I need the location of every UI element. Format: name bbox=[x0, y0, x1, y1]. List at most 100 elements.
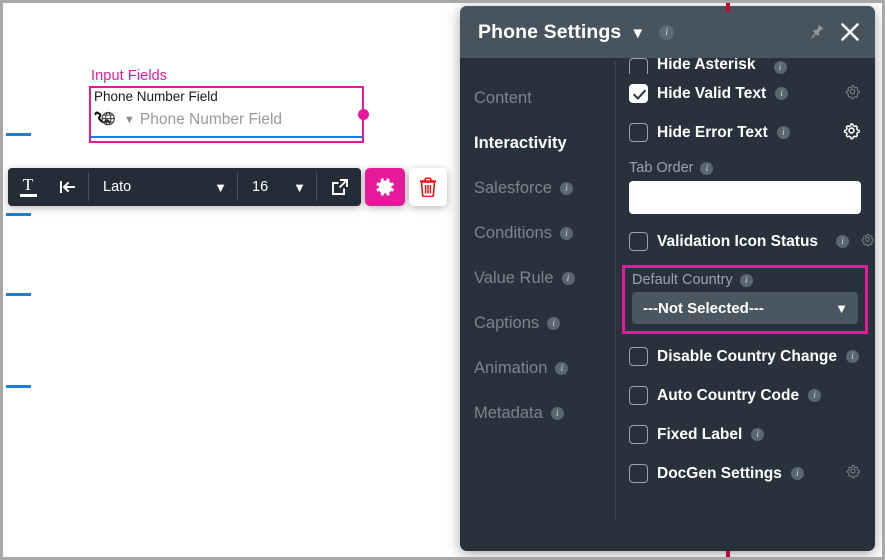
nav-item-metadata[interactable]: Metadata i bbox=[460, 391, 615, 436]
alignment-guide-mark bbox=[6, 213, 31, 216]
nav-label: Conditions bbox=[474, 224, 552, 242]
checkbox[interactable] bbox=[629, 425, 648, 444]
gear-icon[interactable] bbox=[842, 121, 861, 145]
tab-order-label-wrap: Tab Order i bbox=[629, 160, 861, 176]
setting-label: Validation Icon Status bbox=[657, 232, 819, 250]
default-country-label-wrap: Default Country i bbox=[632, 272, 858, 288]
checkbox[interactable] bbox=[629, 84, 648, 103]
font-family-value: Lato bbox=[103, 179, 132, 195]
font-size-select[interactable]: 16 ▼ bbox=[238, 168, 316, 206]
setting-row-fixed-label[interactable]: Fixed Label i bbox=[629, 415, 861, 454]
info-icon[interactable]: i bbox=[790, 467, 804, 480]
panel-header: Phone Settings ▼ i bbox=[460, 6, 875, 58]
nav-label: Metadata bbox=[474, 404, 543, 422]
phone-globe-icon bbox=[94, 111, 118, 129]
nav-label: Animation bbox=[474, 359, 548, 377]
phone-number-input[interactable]: ▼ Phone Number Field bbox=[94, 111, 359, 129]
app-root: Input Fields Phone Number Field ▼ Phone … bbox=[0, 0, 885, 560]
trash-icon bbox=[420, 177, 436, 197]
country-chevron-down-icon[interactable]: ▼ bbox=[124, 114, 135, 126]
setting-row-validation-icon-status[interactable]: Validation Icon Status i bbox=[629, 222, 875, 261]
text-underline-icon[interactable]: T bbox=[8, 168, 48, 206]
nav-item-salesforce[interactable]: Salesforce i bbox=[460, 166, 615, 211]
setting-row-docgen-settings[interactable]: DocGen Settings i bbox=[629, 454, 861, 493]
gear-icon[interactable] bbox=[860, 232, 875, 252]
close-icon[interactable] bbox=[839, 21, 861, 43]
gear-icon bbox=[376, 178, 394, 196]
nav-item-captions[interactable]: Captions i bbox=[460, 301, 615, 346]
checkbox[interactable] bbox=[629, 386, 648, 405]
info-icon[interactable]: i bbox=[739, 273, 753, 287]
info-icon[interactable]: i bbox=[555, 362, 569, 375]
nav-item-conditions[interactable]: Conditions i bbox=[460, 211, 615, 256]
info-icon[interactable]: i bbox=[700, 161, 714, 175]
nav-item-value-rule[interactable]: Value Rule i bbox=[460, 256, 615, 301]
setting-row-hide-asterisk[interactable]: Hide Asterisk i bbox=[629, 58, 861, 74]
page-marker-bottom bbox=[726, 551, 730, 557]
default-country-value: ---Not Selected--- bbox=[643, 299, 764, 317]
alignment-guide-mark bbox=[6, 293, 31, 296]
nav-item-animation[interactable]: Animation i bbox=[460, 346, 615, 391]
nav-label: Content bbox=[474, 89, 532, 107]
info-icon[interactable]: i bbox=[559, 182, 573, 195]
checkbox[interactable] bbox=[629, 123, 648, 142]
panel-title: Phone Settings bbox=[478, 20, 622, 43]
resize-handle-right[interactable] bbox=[358, 109, 369, 120]
phone-input-placeholder: Phone Number Field bbox=[139, 111, 283, 128]
setting-label: Fixed Label bbox=[657, 425, 743, 443]
setting-label: Hide Error Text bbox=[657, 123, 768, 141]
setting-label: Auto Country Code bbox=[657, 386, 800, 404]
default-country-label: Default Country bbox=[632, 272, 733, 288]
chevron-down-icon: ▼ bbox=[835, 300, 848, 316]
default-country-select[interactable]: ---Not Selected--- ▼ bbox=[632, 292, 858, 324]
element-toolbar[interactable]: T Lato ▼ 16 ▼ bbox=[8, 168, 447, 206]
info-icon[interactable]: i bbox=[776, 126, 790, 139]
element-settings-button[interactable] bbox=[365, 168, 405, 206]
panel-body: Content Interactivity Salesforce i Condi… bbox=[460, 58, 875, 551]
nav-label: Interactivity bbox=[474, 134, 567, 152]
font-family-select[interactable]: Lato ▼ bbox=[89, 168, 237, 206]
interactivity-settings-list: Hide Asterisk i Hide Valid Text i Hide E… bbox=[616, 58, 875, 551]
setting-row-hide-valid-text[interactable]: Hide Valid Text i bbox=[629, 74, 861, 113]
info-icon[interactable]: i bbox=[559, 227, 573, 240]
indent-left-icon[interactable] bbox=[48, 168, 88, 206]
setting-row-auto-country-code[interactable]: Auto Country Code i bbox=[629, 376, 861, 415]
chevron-down-icon[interactable]: ▼ bbox=[630, 25, 645, 42]
page-marker-top bbox=[726, 3, 730, 12]
setting-row-hide-error-text[interactable]: Hide Error Text i bbox=[629, 113, 861, 152]
nav-item-content[interactable]: Content bbox=[460, 76, 615, 121]
info-icon[interactable]: i bbox=[751, 428, 765, 441]
info-icon[interactable]: i bbox=[775, 87, 789, 100]
alignment-guide-mark bbox=[6, 385, 31, 388]
section-label-input-fields: Input Fields bbox=[91, 68, 168, 84]
checkbox[interactable] bbox=[629, 347, 648, 366]
panel-nav[interactable]: Content Interactivity Salesforce i Condi… bbox=[460, 58, 615, 551]
tab-order-input[interactable] bbox=[629, 181, 861, 214]
info-icon[interactable]: i bbox=[547, 317, 561, 330]
setting-row-disable-country-change[interactable]: Disable Country Change i bbox=[629, 337, 861, 376]
info-icon[interactable]: i bbox=[773, 61, 787, 74]
gear-icon[interactable] bbox=[845, 463, 861, 484]
checkbox[interactable] bbox=[629, 232, 648, 251]
checkbox[interactable] bbox=[629, 58, 648, 74]
delete-element-button[interactable] bbox=[409, 168, 447, 206]
pin-icon[interactable] bbox=[807, 23, 826, 42]
info-icon[interactable]: i bbox=[846, 350, 859, 363]
phone-settings-panel[interactable]: Phone Settings ▼ i Content Interactivity… bbox=[460, 6, 875, 551]
nav-label: Value Rule bbox=[474, 269, 554, 287]
info-icon[interactable]: i bbox=[561, 272, 575, 285]
default-country-group[interactable]: Default Country i ---Not Selected--- ▼ bbox=[622, 265, 868, 334]
checkbox[interactable] bbox=[629, 464, 648, 483]
chevron-down-icon: ▼ bbox=[214, 179, 227, 195]
info-icon[interactable]: i bbox=[808, 389, 822, 402]
info-icon[interactable]: i bbox=[550, 407, 564, 420]
setting-label: Hide Asterisk bbox=[657, 58, 756, 73]
font-size-value: 16 bbox=[252, 179, 269, 195]
setting-label: DocGen Settings bbox=[657, 464, 782, 482]
toolbar-main-group: T Lato ▼ 16 ▼ bbox=[8, 168, 361, 206]
info-icon[interactable]: i bbox=[836, 235, 850, 248]
external-link-icon[interactable] bbox=[317, 168, 361, 206]
nav-item-interactivity[interactable]: Interactivity bbox=[460, 121, 615, 166]
gear-icon[interactable] bbox=[844, 83, 861, 105]
info-icon[interactable]: i bbox=[659, 24, 675, 40]
